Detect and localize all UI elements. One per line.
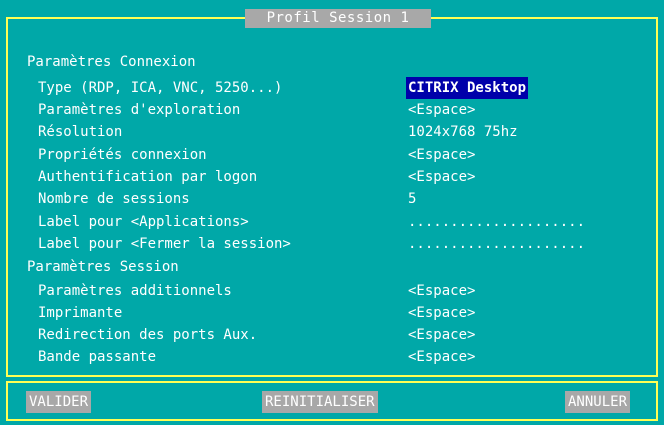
field-value[interactable]: <Espace>: [408, 280, 475, 302]
reset-button[interactable]: REINITIALISER: [262, 391, 378, 413]
field-label: Propriétés connexion: [38, 147, 207, 163]
frame-bottom-border: [6, 375, 658, 377]
field-value[interactable]: <Espace>: [408, 99, 475, 121]
field-row-session-count[interactable]: Nombre de sessions 5: [38, 188, 658, 210]
field-row-logon-auth[interactable]: Authentification par logon <Espace>: [38, 166, 658, 188]
field-value[interactable]: <Espace>: [408, 302, 475, 324]
field-row-bandwidth[interactable]: Bande passante <Espace>: [38, 346, 658, 368]
field-label: Label pour <Fermer la session>: [38, 236, 291, 252]
field-value[interactable]: .....................: [408, 233, 585, 255]
field-label: Résolution: [38, 124, 123, 140]
frame-left-border: [6, 17, 8, 375]
window-title: Profil Session 1: [245, 9, 431, 28]
field-label: Paramètres d'exploration: [38, 102, 241, 118]
title-line-left: [6, 17, 245, 19]
field-value[interactable]: <Espace>: [408, 166, 475, 188]
buttons-bar: VALIDER REINITIALISER ANNULER: [0, 385, 664, 419]
buttons-separator: [6, 381, 658, 383]
section-heading-connexion: Paramètres Connexion: [27, 54, 196, 70]
field-row-additional-params[interactable]: Paramètres additionnels <Espace>: [38, 280, 658, 302]
field-value[interactable]: <Espace>: [408, 144, 475, 166]
title-line-right: [431, 17, 658, 19]
field-label: Redirection des ports Aux.: [38, 327, 258, 343]
field-row-close-session-label[interactable]: Label pour <Fermer la session> .........…: [38, 233, 658, 255]
field-row-aux-ports[interactable]: Redirection des ports Aux. <Espace>: [38, 324, 658, 346]
field-label: Paramètres additionnels: [38, 283, 232, 299]
cancel-button[interactable]: ANNULER: [565, 391, 631, 413]
field-row-type[interactable]: Type (RDP, ICA, VNC, 5250...) CITRIX Des…: [38, 77, 658, 99]
field-label: Bande passante: [38, 349, 157, 365]
field-value[interactable]: <Espace>: [408, 324, 475, 346]
field-value[interactable]: 1024x768 75hz: [408, 121, 518, 143]
field-value[interactable]: <Espace>: [408, 346, 475, 368]
title-bar: Profil Session 1: [0, 7, 664, 29]
field-row-exploration[interactable]: Paramètres d'exploration <Espace>: [38, 99, 658, 121]
field-label: Authentification par logon: [38, 169, 258, 185]
field-row-printer[interactable]: Imprimante <Espace>: [38, 302, 658, 324]
field-label: Nombre de sessions: [38, 191, 190, 207]
field-row-connection-properties[interactable]: Propriétés connexion <Espace>: [38, 144, 658, 166]
section-heading-session: Paramètres Session: [27, 259, 179, 275]
field-row-applications-label[interactable]: Label pour <Applications> ..............…: [38, 211, 658, 233]
field-value[interactable]: .....................: [408, 211, 585, 233]
buttons-bottom-border: [6, 419, 658, 421]
field-value[interactable]: 5: [408, 188, 416, 210]
validate-button[interactable]: VALIDER: [26, 391, 92, 413]
field-label: Imprimante: [38, 305, 123, 321]
field-row-resolution[interactable]: Résolution 1024x768 75hz: [38, 121, 658, 143]
field-label: Label pour <Applications>: [38, 214, 249, 230]
field-value-selected[interactable]: CITRIX Desktop: [406, 77, 529, 99]
session-profile-screen: Profil Session 1 Paramètres Connexion Ty…: [0, 0, 664, 425]
field-label: Type (RDP, ICA, VNC, 5250...): [38, 80, 283, 96]
